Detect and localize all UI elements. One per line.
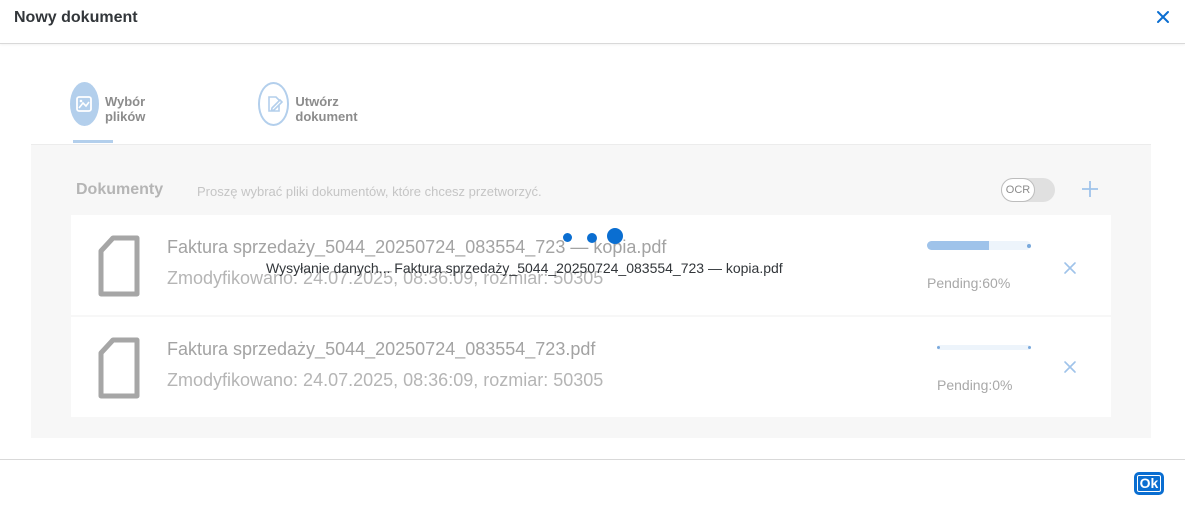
busy-indicator: [561, 228, 625, 246]
upload-progress-fill: [927, 241, 990, 250]
progress-end-dot: [1028, 346, 1031, 349]
upload-progress-bar: [927, 241, 1031, 250]
documents-title: Dokumenty: [76, 181, 164, 198]
ocr-switch-label: OCR: [1001, 178, 1035, 202]
ok-button[interactable]: Ok: [1134, 472, 1164, 495]
step-create-document[interactable]: Utwórz dokument: [258, 82, 370, 126]
step-label-create-document: Utwórz dokument: [295, 94, 358, 124]
upload-status: Pending:60%: [927, 275, 1011, 291]
documents-panel: Dokumenty Proszę wybrać pliki dokumentów…: [31, 144, 1151, 438]
document-icon: [97, 235, 141, 297]
close-icon[interactable]: [1155, 9, 1171, 25]
new-document-dialog: Nowy dokument Wybór plików Utwórz dokume…: [0, 0, 1185, 507]
progress-end-dot: [1027, 244, 1031, 248]
ocr-switch[interactable]: OCR: [1001, 178, 1055, 202]
file-row: Faktura sprzedaży_5044_20250724_083554_7…: [71, 317, 1111, 417]
documents-subtitle: Proszę wybrać pliki dokumentów, które ch…: [197, 184, 542, 199]
progress-start-dot: [937, 346, 940, 349]
busy-dot: [607, 228, 623, 244]
add-icon[interactable]: [1079, 178, 1101, 200]
image-upload-icon: [70, 82, 99, 126]
busy-dot: [563, 233, 572, 242]
active-step-indicator: [73, 140, 113, 143]
edit-document-icon: [258, 82, 290, 126]
upload-progress-bar: [937, 345, 1031, 350]
dialog-footer: Ok: [0, 459, 1185, 507]
step-label-file-selection: Wybór plików: [104, 94, 146, 124]
busy-status-text: Wysyłanie danych... Faktura sprzedaży_50…: [266, 260, 783, 276]
file-name: Faktura sprzedaży_5044_20250724_083554_7…: [167, 339, 596, 359]
upload-status: Pending:0%: [937, 377, 1013, 393]
busy-dot: [587, 233, 597, 243]
step-file-selection[interactable]: Wybór plików: [70, 82, 160, 126]
remove-file-icon[interactable]: [1063, 261, 1077, 275]
remove-file-icon[interactable]: [1063, 360, 1077, 374]
document-icon: [97, 337, 141, 399]
documents-header: Dokumenty Proszę wybrać pliki dokumentów…: [76, 178, 1098, 202]
dialog-header: Nowy dokument: [0, 0, 1185, 44]
file-meta: Zmodyfikowano: 24.07.2025, 08:36:09, roz…: [167, 370, 604, 390]
dialog-title: Nowy dokument: [14, 9, 138, 26]
